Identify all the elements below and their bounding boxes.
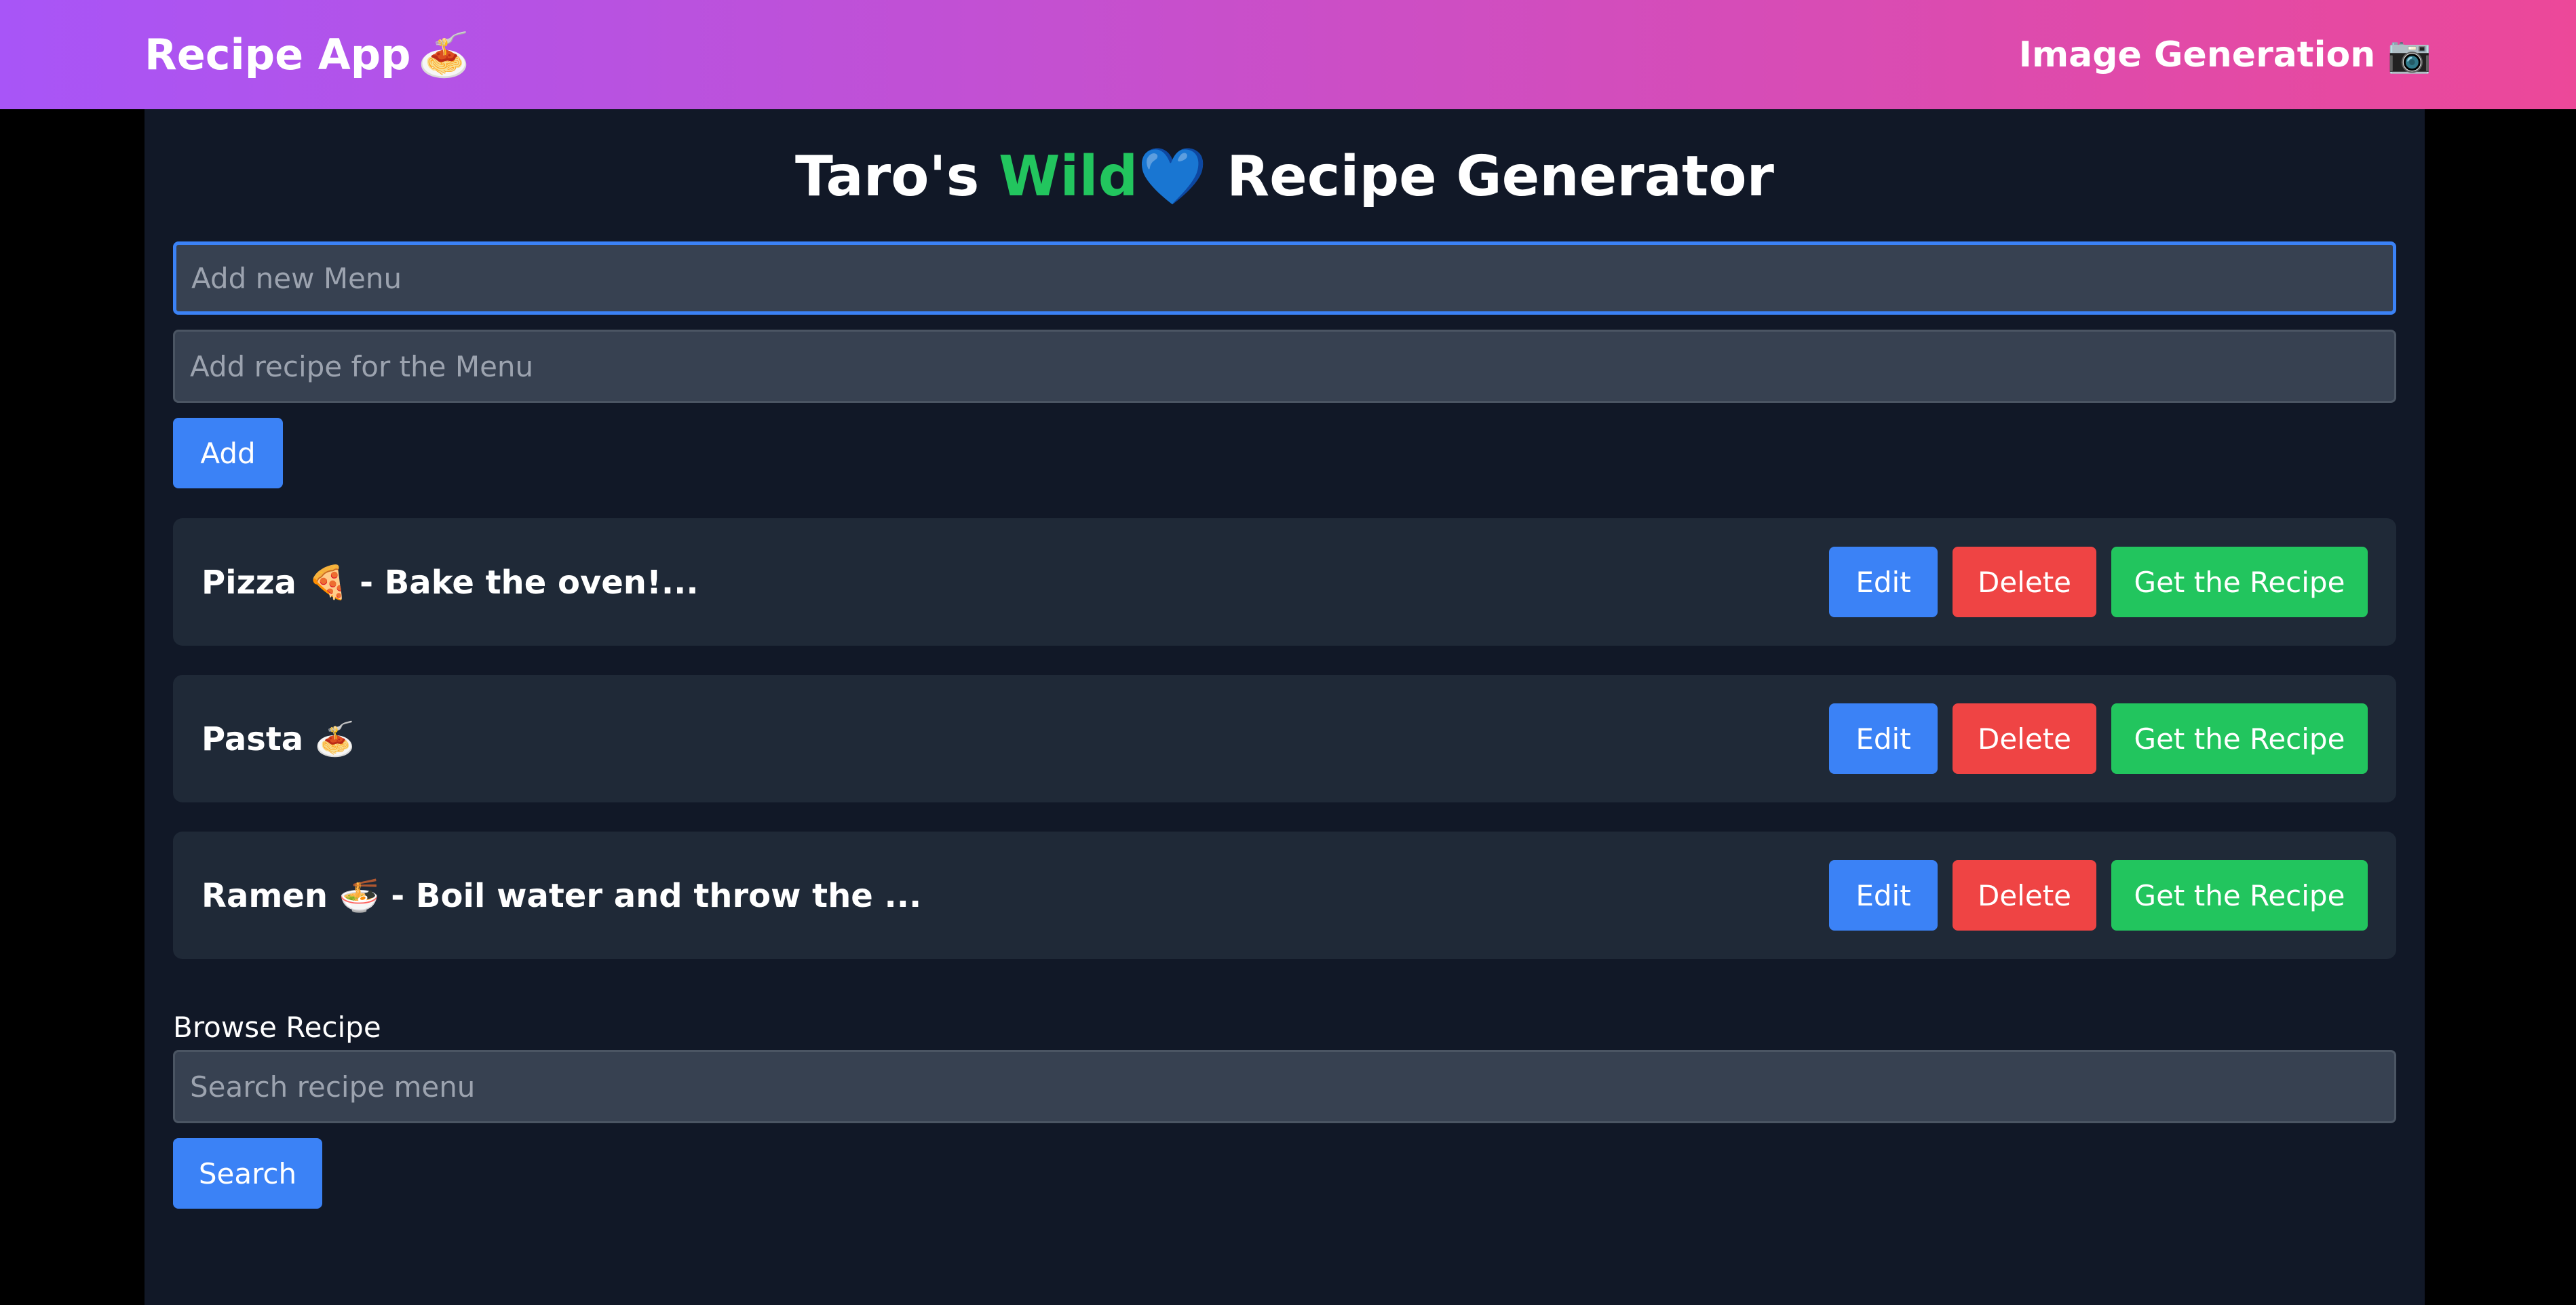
title-prefix: Taro's xyxy=(795,144,999,209)
image-generation-link[interactable]: Image Generation 📷 xyxy=(2018,34,2431,76)
menu-item: Pasta 🍝 Edit Delete Get the Recipe xyxy=(173,675,2396,802)
brand-label: Recipe App xyxy=(145,30,411,79)
recipe-input[interactable] xyxy=(173,330,2396,403)
menu-item: Ramen 🍜 - Boil water and throw the ... E… xyxy=(173,832,2396,959)
menu-item-text: Pasta 🍝 xyxy=(201,720,355,758)
top-navbar: Recipe App 🍝 Image Generation 📷 xyxy=(0,0,2576,109)
get-recipe-button[interactable]: Get the Recipe xyxy=(2111,547,2368,617)
image-generation-label: Image Generation xyxy=(2018,34,2376,75)
menu-item: Pizza 🍕 - Bake the oven!... Edit Delete … xyxy=(173,518,2396,646)
delete-button[interactable]: Delete xyxy=(1953,547,2096,617)
main-container: Taro's Wild💙 Recipe Generator Add Pizza … xyxy=(145,109,2425,1305)
menu-item-text: Ramen 🍜 - Boil water and throw the ... xyxy=(201,876,922,915)
app-brand[interactable]: Recipe App 🍝 xyxy=(145,30,470,80)
title-suffix: Recipe Generator xyxy=(1207,144,1774,209)
spaghetti-icon: 🍝 xyxy=(417,29,470,79)
menu-list: Pizza 🍕 - Bake the oven!... Edit Delete … xyxy=(173,518,2396,959)
edit-button[interactable]: Edit xyxy=(1829,703,1938,774)
browse-recipe-label: Browse Recipe xyxy=(173,1011,381,1044)
menu-item-actions: Edit Delete Get the Recipe xyxy=(1829,703,2368,774)
get-recipe-button[interactable]: Get the Recipe xyxy=(2111,860,2368,931)
delete-button[interactable]: Delete xyxy=(1953,703,2096,774)
search-button[interactable]: Search xyxy=(173,1138,322,1209)
search-input[interactable] xyxy=(173,1050,2396,1123)
menu-item-actions: Edit Delete Get the Recipe xyxy=(1829,547,2368,617)
menu-item-actions: Edit Delete Get the Recipe xyxy=(1829,860,2368,931)
title-wild: Wild xyxy=(998,144,1138,209)
camera-icon: 📷 xyxy=(2387,35,2431,75)
menu-name-input[interactable] xyxy=(173,241,2396,315)
page-title: Taro's Wild💙 Recipe Generator xyxy=(173,140,2396,214)
get-recipe-button[interactable]: Get the Recipe xyxy=(2111,703,2368,774)
blue-heart-icon: 💙 xyxy=(1138,144,1208,209)
edit-button[interactable]: Edit xyxy=(1829,860,1938,931)
add-button[interactable]: Add xyxy=(173,418,283,488)
delete-button[interactable]: Delete xyxy=(1953,860,2096,931)
menu-item-text: Pizza 🍕 - Bake the oven!... xyxy=(201,563,699,602)
edit-button[interactable]: Edit xyxy=(1829,547,1938,617)
